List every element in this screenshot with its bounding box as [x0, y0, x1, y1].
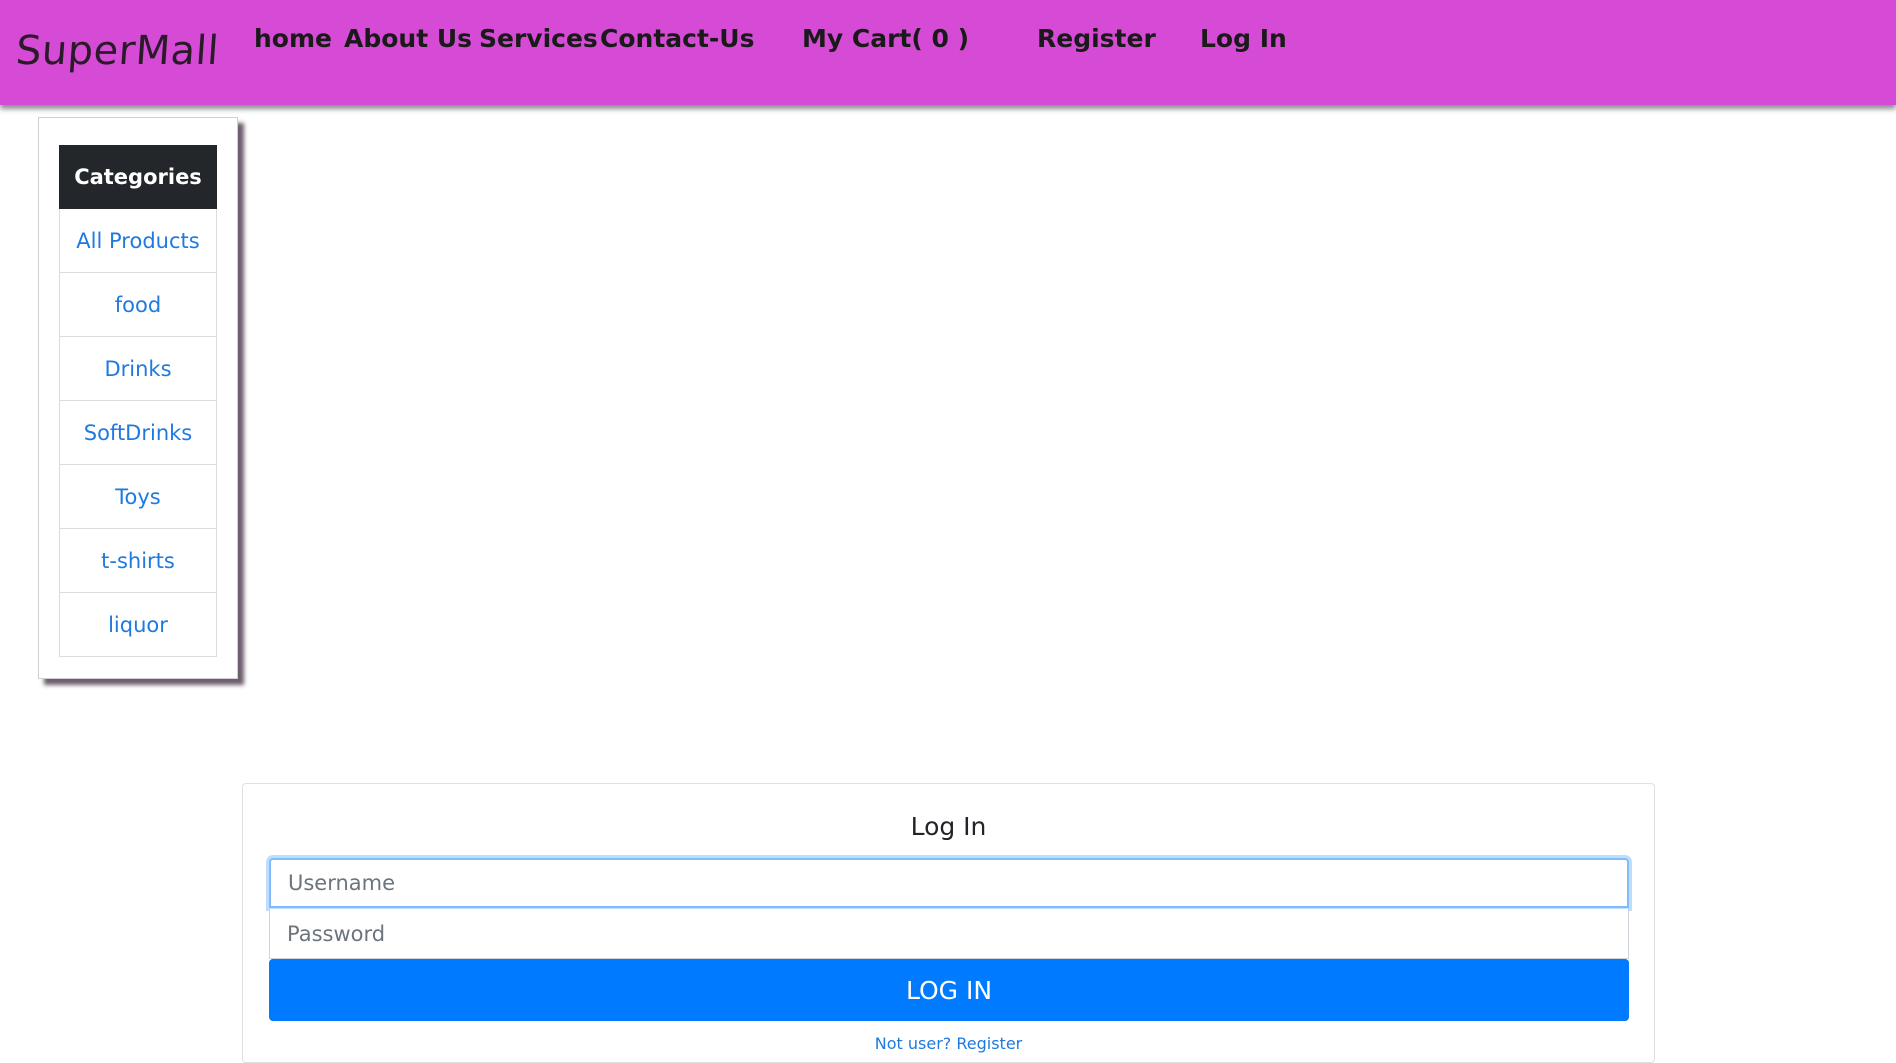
nav-register-link[interactable]: Register — [1037, 24, 1156, 53]
category-softdrinks[interactable]: SoftDrinks — [59, 401, 217, 465]
category-liquor[interactable]: liquor — [59, 593, 217, 657]
password-input[interactable] — [269, 909, 1629, 959]
login-submit-button[interactable]: LOG IN — [269, 959, 1629, 1021]
nav-services-link[interactable]: Services — [479, 24, 598, 53]
username-input[interactable] — [269, 858, 1629, 908]
categories-header: Categories — [59, 145, 217, 209]
nav-contact-link[interactable]: Contact-Us — [600, 24, 754, 53]
top-navbar: SuperMall home About Us Services Contact… — [0, 0, 1896, 105]
login-title: Log In — [910, 812, 987, 841]
brand-logo[interactable]: SuperMall — [14, 28, 220, 74]
nav-cart-link[interactable]: My Cart( 0 ) — [802, 24, 969, 53]
nav-home-link[interactable]: home — [254, 24, 332, 53]
category-all-products[interactable]: All Products — [59, 209, 217, 273]
category-food[interactable]: food — [59, 273, 217, 337]
login-card: Log In LOG IN Not user? Register — [242, 783, 1655, 1063]
category-drinks[interactable]: Drinks — [59, 337, 217, 401]
nav-login-link[interactable]: Log In — [1200, 24, 1287, 53]
categories-sidebar: Categories All Products food Drinks Soft… — [38, 117, 238, 679]
category-toys[interactable]: Toys — [59, 465, 217, 529]
register-link[interactable]: Not user? Register — [243, 1034, 1654, 1053]
category-t-shirts[interactable]: t-shirts — [59, 529, 217, 593]
nav-about-link[interactable]: About Us — [344, 24, 472, 53]
categories-list: Categories All Products food Drinks Soft… — [59, 145, 217, 657]
